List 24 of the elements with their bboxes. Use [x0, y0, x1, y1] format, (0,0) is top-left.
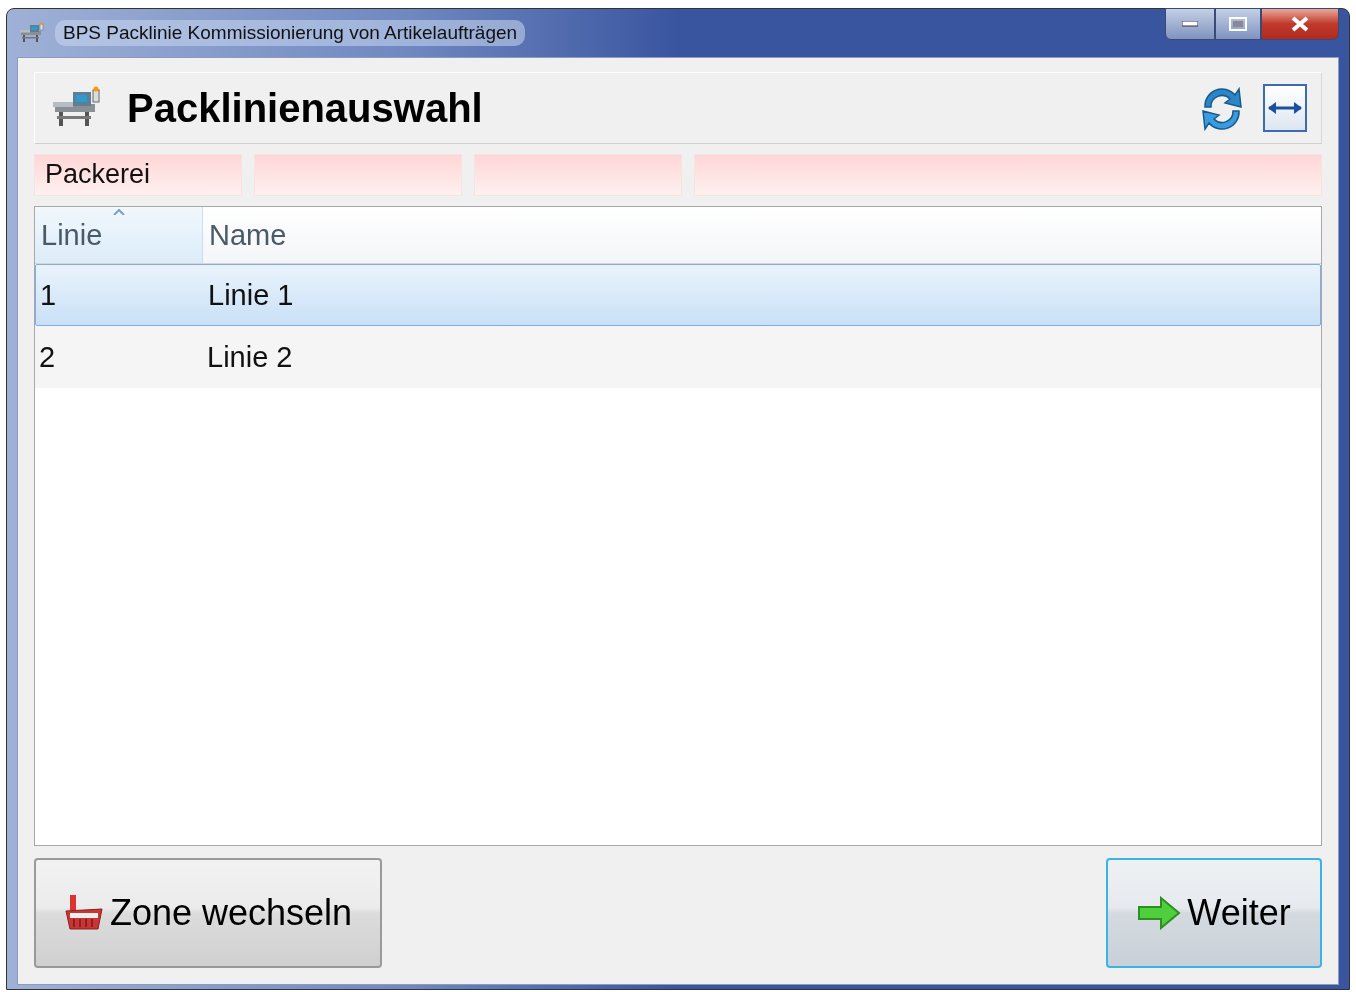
change-zone-button[interactable]: Zone wechseln: [34, 858, 382, 968]
maximize-button[interactable]: [1215, 8, 1261, 40]
filter-field: Packerei: [34, 154, 242, 196]
close-icon: [1291, 16, 1309, 32]
basket-icon: [63, 893, 104, 933]
table-row[interactable]: 1 Linie 1: [35, 264, 1321, 326]
window-title: BPS Packlinie Kommissionierung von Artikelaufträgen: [55, 20, 526, 46]
arrow-right-icon: [1137, 896, 1182, 930]
column-header[interactable]: Name: [203, 207, 293, 263]
table-cell-text: Linie 2: [206, 340, 294, 374]
minimize-icon: [1182, 21, 1198, 27]
maximize-icon: [1229, 17, 1247, 31]
table-row[interactable]: 2 Linie 2: [35, 326, 1321, 388]
table-cell-text: 1: [39, 278, 58, 312]
minimize-button[interactable]: [1165, 8, 1215, 40]
next-button[interactable]: Weiter: [1106, 858, 1322, 968]
table-cell-text: Linie 1: [207, 278, 295, 312]
packing-machine-icon: [19, 22, 47, 44]
close-button[interactable]: [1261, 8, 1339, 40]
column-header[interactable]: Linie: [35, 207, 203, 263]
resize-button[interactable]: [1263, 84, 1307, 132]
double-arrow-icon: [1267, 100, 1303, 116]
table-cell-text: 2: [38, 340, 57, 374]
page-title: Packlinienauswahl: [127, 85, 483, 131]
